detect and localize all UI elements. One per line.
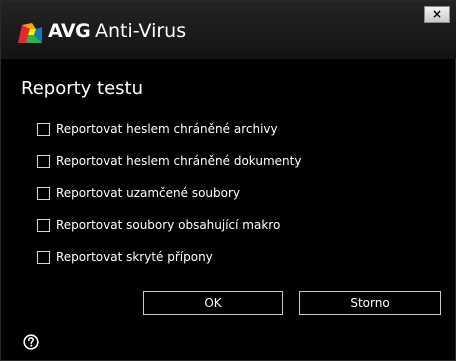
page-title: Reporty testu bbox=[21, 78, 144, 99]
option-password-protected-documents[interactable]: Reportovat heslem chráněné dokumenty bbox=[37, 152, 437, 184]
help-icon[interactable] bbox=[23, 334, 39, 350]
brand-name: AVG bbox=[48, 20, 91, 42]
option-label: Reportovat heslem chráněné dokumenty bbox=[56, 154, 302, 168]
checkbox[interactable] bbox=[37, 219, 50, 232]
option-label: Reportovat uzamčené soubory bbox=[56, 186, 241, 200]
option-files-with-macros[interactable]: Reportovat soubory obsahující makro bbox=[37, 216, 437, 248]
checkbox[interactable] bbox=[37, 155, 50, 168]
checkbox[interactable] bbox=[37, 251, 50, 264]
cancel-button[interactable]: Storno bbox=[299, 291, 441, 315]
checkbox[interactable] bbox=[37, 187, 50, 200]
close-button[interactable]: × bbox=[424, 6, 450, 23]
option-label: Reportovat heslem chráněné archivy bbox=[56, 122, 278, 136]
avg-logo-icon bbox=[18, 23, 42, 43]
ok-button[interactable]: OK bbox=[143, 291, 283, 315]
title-bar[interactable]: AVG Anti-Virus × bbox=[1, 1, 456, 59]
option-hidden-extensions[interactable]: Reportovat skryté přípony bbox=[37, 248, 437, 280]
dialog-window: AVG Anti-Virus × Reporty testu Reportova… bbox=[0, 0, 456, 361]
option-locked-files[interactable]: Reportovat uzamčené soubory bbox=[37, 184, 437, 216]
report-options-list: Reportovat heslem chráněné archivy Repor… bbox=[37, 120, 437, 280]
checkbox[interactable] bbox=[37, 123, 50, 136]
option-label: Reportovat skryté přípony bbox=[56, 250, 213, 264]
option-password-protected-archives[interactable]: Reportovat heslem chráněné archivy bbox=[37, 120, 437, 152]
product-name: Anti-Virus bbox=[95, 20, 187, 42]
option-label: Reportovat soubory obsahující makro bbox=[56, 218, 281, 232]
close-icon: × bbox=[431, 7, 443, 21]
